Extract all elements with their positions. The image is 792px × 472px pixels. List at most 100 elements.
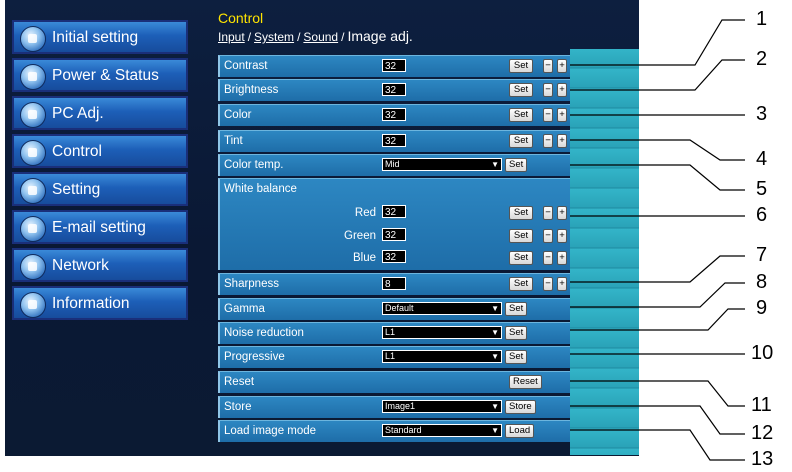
color-minus-button[interactable]: − bbox=[543, 108, 553, 122]
store-select[interactable]: Image1 ▼ bbox=[382, 400, 502, 413]
wb-blue-plus-button[interactable]: + bbox=[557, 251, 567, 265]
contrast-minus-button[interactable]: − bbox=[543, 59, 553, 73]
breadcrumb-sound[interactable]: Sound bbox=[303, 30, 338, 44]
sidebar-item-control[interactable]: Control bbox=[12, 134, 188, 168]
select-value: Image1 bbox=[385, 401, 416, 411]
brightness-minus-button[interactable]: − bbox=[543, 83, 553, 97]
chevron-down-icon: ▼ bbox=[491, 328, 499, 337]
brightness-set-button[interactable]: Set bbox=[509, 83, 533, 97]
sidebar-item-label: Initial setting bbox=[52, 29, 139, 46]
row-label: Contrast bbox=[224, 60, 268, 72]
wb-red-set-button[interactable]: Set bbox=[509, 206, 533, 220]
row-noise-reduction: Noise reduction L1 ▼ Set bbox=[218, 322, 570, 344]
wb-green-minus-button[interactable]: − bbox=[543, 229, 553, 243]
tint-set-button[interactable]: Set bbox=[509, 134, 533, 148]
row-sharpness: Sharpness 8 Set − + bbox=[218, 273, 570, 295]
wb-blue-minus-button[interactable]: − bbox=[543, 251, 553, 265]
row-label: Sharpness bbox=[224, 278, 279, 290]
side-stripe-panel bbox=[570, 49, 639, 455]
sidebar-item-label: Information bbox=[52, 295, 130, 312]
web-control-screen: Initial setting Power & Status PC Adj. C… bbox=[5, 0, 639, 456]
wb-red-minus-button[interactable]: − bbox=[543, 206, 553, 220]
sharpness-value[interactable]: 8 bbox=[382, 277, 406, 290]
row-reset: Reset Reset bbox=[218, 371, 570, 393]
sharpness-set-button[interactable]: Set bbox=[509, 277, 533, 291]
wb-green-set-button[interactable]: Set bbox=[509, 229, 533, 243]
row-label: Tint bbox=[224, 135, 243, 147]
breadcrumb-current: Image adj. bbox=[347, 28, 413, 44]
wb-red-value[interactable]: 32 bbox=[382, 205, 406, 218]
sidebar-item-information[interactable]: Information bbox=[12, 286, 188, 320]
color-temp-select[interactable]: Mid ▼ bbox=[382, 158, 502, 171]
wb-red-plus-button[interactable]: + bbox=[557, 206, 567, 220]
monitor-icon bbox=[20, 102, 46, 128]
reset-button[interactable]: Reset bbox=[509, 375, 542, 389]
wb-blue-label: Blue bbox=[352, 252, 376, 264]
wb-green-plus-button[interactable]: + bbox=[557, 229, 567, 243]
load-button[interactable]: Load bbox=[505, 424, 535, 438]
row-progressive: Progressive L1 ▼ Set bbox=[218, 346, 570, 368]
page-title: Control bbox=[218, 10, 264, 26]
load-image-mode-select[interactable]: Standard ▼ bbox=[382, 424, 502, 437]
tint-plus-button[interactable]: + bbox=[557, 134, 567, 148]
chevron-down-icon: ▼ bbox=[491, 352, 499, 361]
control-icon bbox=[20, 140, 46, 166]
gamma-select[interactable]: Default ▼ bbox=[382, 302, 502, 315]
wb-red-label: Red bbox=[354, 207, 376, 219]
sidebar-item-label: E-mail setting bbox=[52, 219, 146, 236]
sidebar-item-setting[interactable]: Setting bbox=[12, 172, 188, 206]
wb-blue-set-button[interactable]: Set bbox=[509, 251, 533, 265]
progressive-select[interactable]: L1 ▼ bbox=[382, 350, 502, 363]
row-label: Color bbox=[224, 109, 252, 121]
brightness-plus-button[interactable]: + bbox=[557, 83, 567, 97]
sharpness-plus-button[interactable]: + bbox=[557, 277, 567, 291]
callout-number: 11 bbox=[751, 394, 772, 416]
sidebar-item-label: Network bbox=[52, 257, 109, 274]
select-value: Standard bbox=[385, 425, 422, 435]
row-color: Color 32 Set − + bbox=[218, 104, 570, 126]
mail-icon bbox=[20, 216, 46, 242]
store-button[interactable]: Store bbox=[505, 400, 536, 414]
callout-number: 6 bbox=[756, 204, 768, 226]
chevron-down-icon: ▼ bbox=[491, 402, 499, 411]
gamma-set-button[interactable]: Set bbox=[505, 302, 528, 316]
wrench-icon bbox=[20, 178, 46, 204]
color-temp-set-button[interactable]: Set bbox=[505, 158, 528, 172]
row-load-image-mode: Load image mode Standard ▼ Load bbox=[218, 420, 570, 442]
sidebar-item-label: Control bbox=[52, 143, 102, 160]
sharpness-minus-button[interactable]: − bbox=[543, 277, 553, 291]
callout-number: 12 bbox=[751, 422, 774, 444]
breadcrumb-system[interactable]: System bbox=[254, 30, 294, 44]
noise-reduction-select[interactable]: L1 ▼ bbox=[382, 326, 502, 339]
contrast-value[interactable]: 32 bbox=[382, 59, 406, 72]
row-brightness: Brightness 32 Set − + bbox=[218, 79, 570, 101]
sidebar-item-initial-setting[interactable]: Initial setting bbox=[12, 20, 188, 54]
noise-reduction-set-button[interactable]: Set bbox=[505, 326, 528, 340]
callout-number: 3 bbox=[756, 103, 768, 125]
row-label: Color temp. bbox=[224, 159, 284, 171]
callout-number: 9 bbox=[756, 297, 768, 319]
color-plus-button[interactable]: + bbox=[557, 108, 567, 122]
wb-green-label: Green bbox=[344, 230, 376, 242]
contrast-set-button[interactable]: Set bbox=[509, 59, 533, 73]
breadcrumb-input[interactable]: Input bbox=[218, 30, 245, 44]
row-tint: Tint 32 Set − + bbox=[218, 130, 570, 152]
color-set-button[interactable]: Set bbox=[509, 108, 533, 122]
callout-number: 7 bbox=[756, 244, 768, 266]
color-value[interactable]: 32 bbox=[382, 108, 406, 121]
wb-green-value[interactable]: 32 bbox=[382, 228, 406, 241]
sidebar-item-power-status[interactable]: Power & Status bbox=[12, 58, 188, 92]
sidebar-item-network[interactable]: Network bbox=[12, 248, 188, 282]
chevron-down-icon: ▼ bbox=[491, 160, 499, 169]
brightness-value[interactable]: 32 bbox=[382, 83, 406, 96]
sidebar-item-email-setting[interactable]: E-mail setting bbox=[12, 210, 188, 244]
row-label: Gamma bbox=[224, 303, 265, 315]
row-label: Reset bbox=[224, 376, 255, 388]
wb-blue-value[interactable]: 32 bbox=[382, 250, 406, 263]
contrast-plus-button[interactable]: + bbox=[557, 59, 567, 73]
progressive-set-button[interactable]: Set bbox=[505, 350, 528, 364]
tint-value[interactable]: 32 bbox=[382, 134, 406, 147]
row-gamma: Gamma Default ▼ Set bbox=[218, 298, 570, 320]
sidebar-item-pc-adj[interactable]: PC Adj. bbox=[12, 96, 188, 130]
tint-minus-button[interactable]: − bbox=[543, 134, 553, 148]
